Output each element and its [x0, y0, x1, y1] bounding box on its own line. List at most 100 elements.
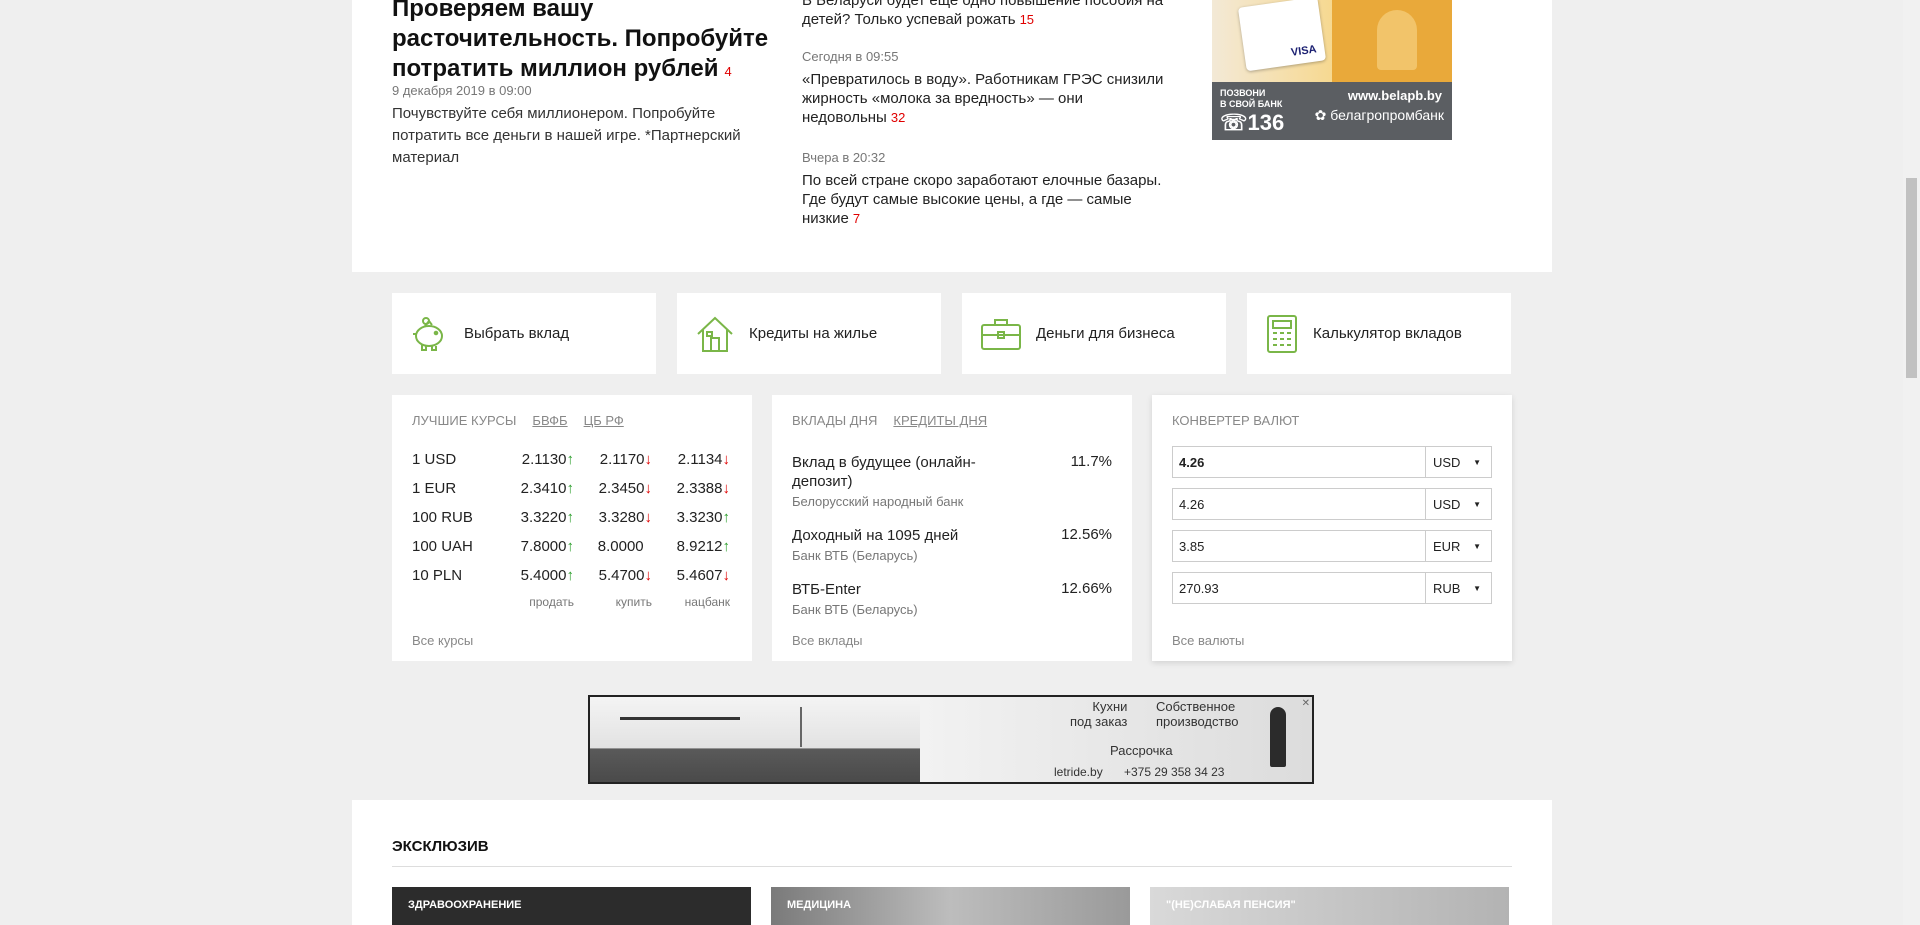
calculator-icon	[1267, 314, 1297, 353]
rate-row[interactable]: 1 USD 2.1130↑ 2.1170↓ 2.1134↓	[412, 451, 732, 471]
service-business-money-button[interactable]: Деньги для бизнеса	[962, 293, 1226, 374]
currency-select[interactable]: USD ▼	[1425, 489, 1491, 519]
top-article-title[interactable]: Проверяем вашу расточительность. Попробу…	[392, 0, 772, 87]
ad-text: производство	[1156, 714, 1239, 729]
top-article-lead[interactable]: Почувствуйте себя миллионером. Попробуйт…	[392, 103, 762, 169]
deposits-widget: ВКЛАДЫ ДНЯ КРЕДИТЫ ДНЯ Вклад в будущее (о…	[772, 395, 1132, 661]
rate-value-sell: 5.4000↑	[520, 567, 575, 584]
amount-input[interactable]	[1173, 573, 1425, 603]
deposit-name[interactable]: ВТБ-Enter	[792, 580, 992, 599]
arrow-down-icon: ↓	[644, 567, 653, 584]
ad-url: letride.by	[1054, 765, 1103, 779]
news-item[interactable]: В Беларуси будет еще одно повышение посо…	[802, 0, 1182, 29]
rate-value-buy: 5.4700↓	[598, 567, 653, 584]
ad-text: Собственное	[1156, 699, 1236, 714]
currency-label: 1 USD	[412, 451, 457, 468]
top-article-date: 9 декабря 2019 в 09:00	[392, 83, 532, 98]
tab-bvfb[interactable]: БВФБ	[532, 413, 567, 428]
ad-text: ПОЗВОНИ	[1220, 88, 1266, 98]
deposit-rate: 12.56%	[1061, 526, 1112, 543]
kitchen-ad-banner[interactable]: Кухни под заказ Собственное производство…	[588, 695, 1314, 784]
deposit-name[interactable]: Доходный на 1095 дней	[792, 526, 992, 545]
amount-input[interactable]	[1173, 447, 1425, 477]
arrow-down-icon: ↓	[644, 480, 653, 497]
briefcase-icon	[981, 318, 1021, 350]
scrollbar[interactable]	[1903, 0, 1920, 925]
rate-value-sell: 2.1130↑	[521, 451, 575, 468]
converter-row: USD▼	[1172, 446, 1492, 478]
rate-row[interactable]: 10 PLN 5.4000↑ 5.4700↓ 5.4607↓	[412, 567, 732, 587]
ad-text: Рассрочка	[1110, 743, 1173, 758]
deposit-name[interactable]: Вклад в будущее (онлайн-депозит)	[792, 453, 992, 491]
service-deposit-button[interactable]: Выбрать вклад	[392, 293, 656, 374]
rate-value-buy: 3.3280↓	[598, 509, 652, 526]
rate-value-buy: 2.3450↓	[598, 480, 653, 497]
column-label-nb: нацбанк	[684, 595, 730, 609]
comment-count[interactable]: 15	[1020, 12, 1034, 27]
amount-input[interactable]	[1173, 531, 1425, 561]
service-deposit-calculator-button[interactable]: Калькулятор вкладов	[1247, 293, 1511, 374]
news-item[interactable]: Вчера в 20:32 По всей стране скоро зараб…	[802, 150, 1182, 228]
tab-cbrf[interactable]: ЦБ РФ	[584, 413, 624, 428]
comment-count[interactable]: 4	[725, 64, 732, 79]
converter-title: КОНВЕРТЕР ВАЛЮТ	[1172, 413, 1300, 428]
service-housing-credit-button[interactable]: Кредиты на жилье	[677, 293, 941, 374]
rate-value-buy: 2.1170↓	[599, 451, 652, 468]
news-item[interactable]: Сегодня в 09:55 «Превратилось в воду». Р…	[802, 49, 1182, 127]
phone-number: ☏136	[1220, 110, 1285, 135]
ad-text: под заказ	[1070, 714, 1128, 729]
deposit-item[interactable]: Вклад в будущее (онлайн-депозит) 11.7% Б…	[792, 453, 1112, 509]
scrollbar-thumb[interactable]	[1906, 178, 1917, 378]
all-deposits-link[interactable]: Все вклады	[792, 633, 863, 648]
rate-value-nb: 2.1134↓	[677, 451, 731, 468]
rate-row[interactable]: 100 RUB 3.3220↑ 3.3280↓ 3.3230↑	[412, 509, 732, 529]
deposit-item[interactable]: ВТБ-Enter 12.66% Банк ВТБ (Беларусь)	[792, 580, 1112, 617]
arrow-up-icon: ↑	[566, 451, 575, 468]
bank-ad-banner[interactable]: VISA ПОЗВОНИ В СВОЙ БАНК ☏136 www.belapb…	[1212, 0, 1452, 140]
currency-select[interactable]: EUR ▼	[1425, 531, 1491, 561]
exclusive-card[interactable]: "(НЕ)СЛАБАЯ ПЕНСИЯ"	[1150, 887, 1509, 925]
rate-row[interactable]: 1 EUR 2.3410↑ 2.3450↓ 2.3388↓	[412, 480, 732, 500]
service-label: Кредиты на жилье	[749, 325, 878, 342]
dropdown-arrow-icon: ▼	[1473, 541, 1481, 551]
best-rates-widget: ЛУЧШИЕ КУРСЫ БВФБ ЦБ РФ 1 USD 2.1130↑ 2.1170…	[392, 395, 752, 661]
currency-select[interactable]: RUB ▼	[1425, 573, 1491, 603]
converter-row: RUB▼	[1172, 572, 1492, 604]
rates-title: ЛУЧШИЕ КУРСЫ	[412, 413, 517, 428]
converter-row: EUR▼	[1172, 530, 1492, 562]
rate-value-buy: 8.0000	[597, 538, 644, 555]
tab-deposits-day[interactable]: ВКЛАДЫ ДНЯ	[792, 413, 877, 428]
rate-value-sell: 2.3410↑	[520, 480, 575, 497]
deposit-item[interactable]: Доходный на 1095 дней 12.56% Банк ВТБ (Б…	[792, 526, 1112, 563]
comment-count[interactable]: 7	[853, 211, 860, 226]
widget-header: ВКЛАДЫ ДНЯ КРЕДИТЫ ДНЯ	[792, 413, 987, 428]
currency-converter-widget: КОНВЕРТЕР ВАЛЮТ USD▼ USD▼ EUR▼ RUB▼ Все …	[1152, 395, 1512, 661]
rate-value-nb: 5.4607↓	[676, 567, 731, 584]
deposit-rate: 12.66%	[1061, 580, 1112, 597]
ad-url: www.belapb.by	[1347, 88, 1442, 103]
exclusive-card[interactable]: ЗДРАВООХРАНЕНИЕ	[392, 887, 751, 925]
card-category: МЕДИЦИНА	[787, 899, 852, 911]
page-content: Проверяем вашу расточительность. Попробу…	[352, 0, 1552, 925]
amount-input[interactable]	[1173, 489, 1425, 519]
dropdown-arrow-icon: ▼	[1473, 457, 1481, 467]
all-currencies-link[interactable]: Все валюты	[1172, 633, 1244, 648]
rate-row[interactable]: 100 UAH 7.8000↑ 8.0000 8.9212↑	[412, 538, 732, 558]
card-category: ЗДРАВООХРАНЕНИЕ	[408, 899, 522, 911]
exclusive-card[interactable]: МЕДИЦИНА	[771, 887, 1130, 925]
close-icon[interactable]: ✕	[1302, 698, 1310, 709]
dropdown-arrow-icon: ▼	[1473, 583, 1481, 593]
arrow-down-icon: ↓	[722, 451, 731, 468]
arrow-up-icon: ↑	[566, 567, 575, 584]
bank-name: Банк ВТБ (Беларусь)	[792, 602, 918, 617]
tab-credits-day[interactable]: КРЕДИТЫ ДНЯ	[893, 413, 987, 428]
bank-name: Банк ВТБ (Беларусь)	[792, 548, 918, 563]
currency-select[interactable]: USD ▼	[1425, 447, 1491, 477]
all-rates-link[interactable]: Все курсы	[412, 633, 473, 648]
arrow-up-icon: ↑	[566, 480, 575, 497]
dropdown-arrow-icon: ▼	[1473, 499, 1481, 509]
rate-value-sell: 7.8000↑	[520, 538, 574, 555]
arrow-down-icon: ↓	[722, 567, 731, 584]
bank-name: Белорусский народный банк	[792, 494, 964, 509]
comment-count[interactable]: 32	[891, 110, 905, 125]
